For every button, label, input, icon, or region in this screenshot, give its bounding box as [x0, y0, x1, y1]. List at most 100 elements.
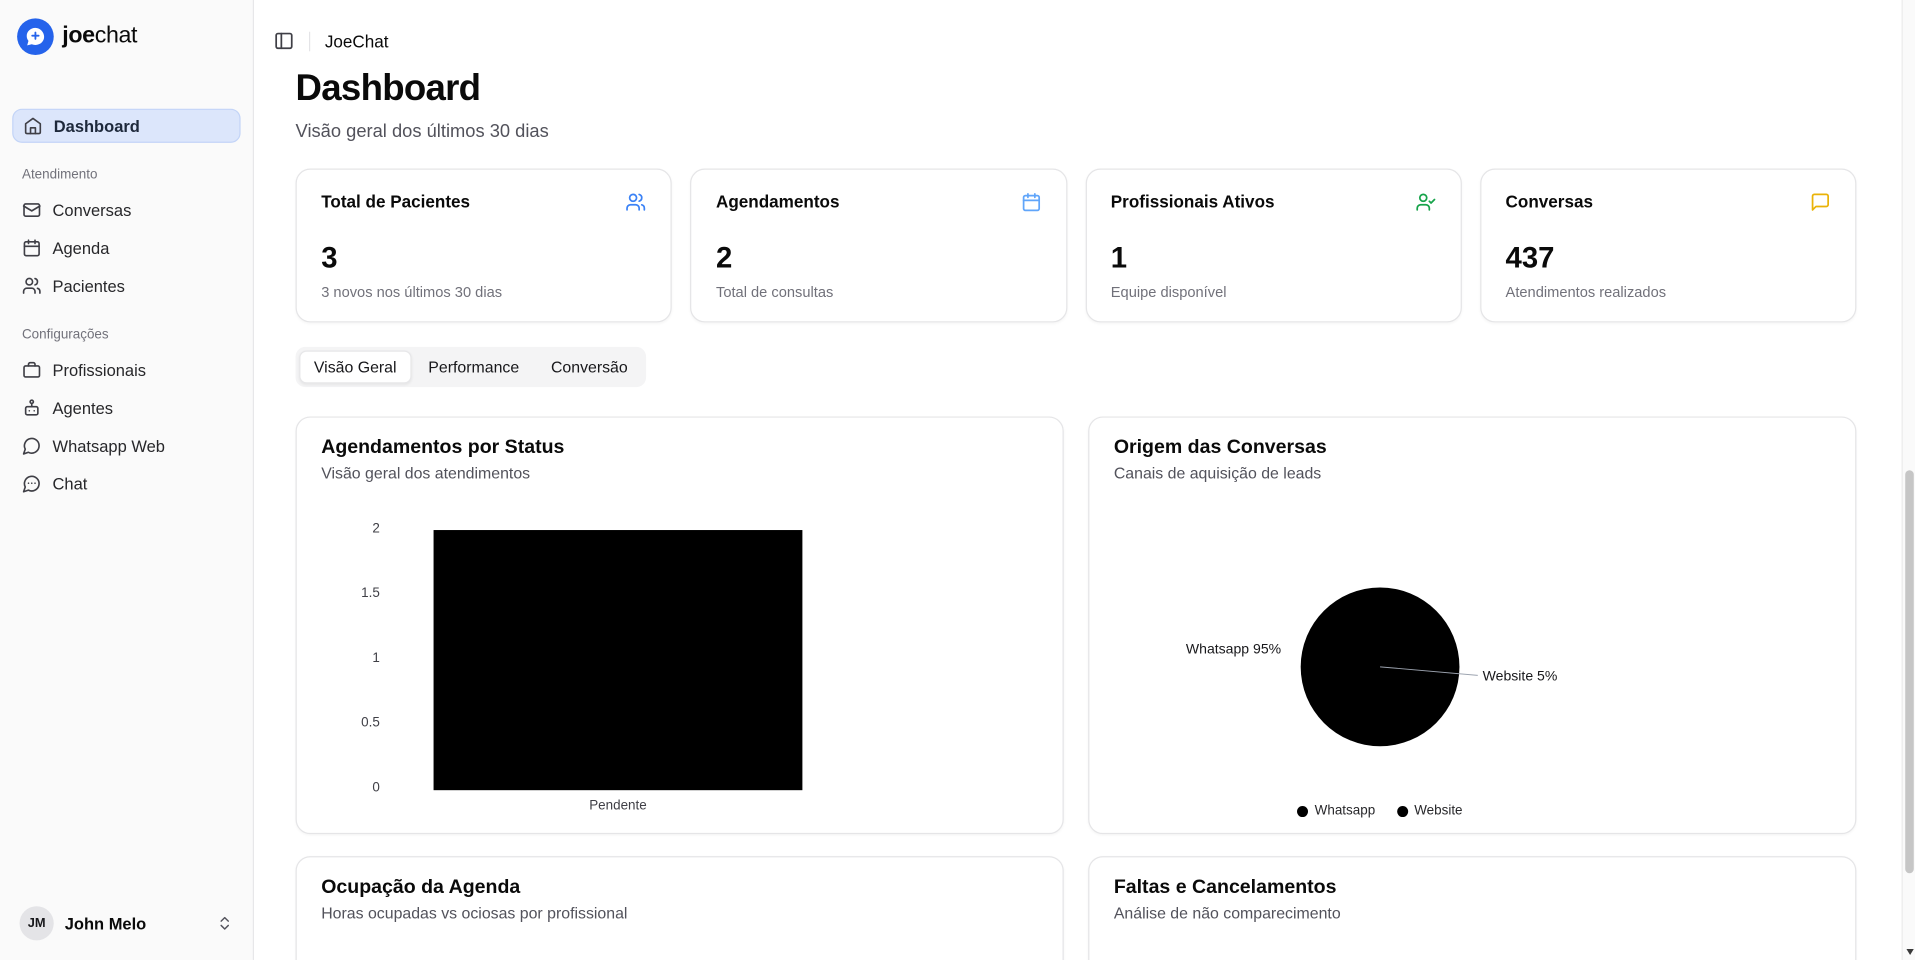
topbar-divider [309, 31, 310, 51]
scrollbar-thumb[interactable] [1905, 470, 1914, 873]
logo-chat-icon [17, 18, 54, 55]
chart-title: Agendamentos por Status [321, 437, 1038, 459]
sidebar-item-label: Dashboard [54, 117, 140, 135]
pie-chart: Whatsapp 95% Website 5% Whatsapp Website [1114, 500, 1831, 832]
card-agendamentos-por-status: Agendamentos por Status Visão geral dos … [296, 416, 1064, 834]
briefcase-icon [22, 360, 42, 380]
pie-slice-whatsapp[interactable] [1301, 587, 1460, 746]
legend-label: Website [1414, 804, 1462, 819]
users-icon [22, 276, 42, 296]
users-icon [626, 192, 647, 213]
vertical-scrollbar [1902, 0, 1915, 960]
main-area: JoeChat Dashboard Visão geral dos último… [254, 0, 1902, 960]
stat-value: 3 [321, 244, 646, 273]
pie-legend: Whatsapp Website [1114, 804, 1646, 819]
legend-item-whatsapp[interactable]: Whatsapp [1298, 804, 1376, 819]
stat-card-total-pacientes: Total de Pacientes 3 3 novos nos últimos… [296, 169, 672, 323]
pie-label-whatsapp: Whatsapp 95% [1114, 642, 1281, 657]
card-origem-das-conversas: Origem das Conversas Canais de aquisição… [1088, 416, 1856, 834]
scroll-down-arrow-icon[interactable] [1903, 944, 1915, 960]
pie-leader-line [1114, 500, 1833, 832]
sidebar-item-dashboard[interactable]: Dashboard [12, 109, 240, 143]
calendar-icon [1020, 192, 1041, 213]
stat-caption: 3 novos nos últimos 30 dias [321, 283, 646, 300]
sidebar-toggle-icon[interactable] [274, 31, 295, 52]
chart-title: Ocupação da Agenda [321, 877, 1038, 899]
sidebar-item-label: Whatsapp Web [53, 437, 165, 455]
user-menu[interactable]: JM John Melo [12, 901, 240, 945]
home-icon [23, 116, 43, 136]
legend-label: Whatsapp [1315, 804, 1375, 819]
stat-value: 1 [1111, 244, 1436, 273]
sidebar-item-agenda[interactable]: Agenda [12, 231, 240, 265]
sidebar-item-whatsapp-web[interactable]: Whatsapp Web [12, 429, 240, 463]
tab-performance[interactable]: Performance [414, 351, 534, 384]
sidebar-section-configuracoes: Configurações [22, 327, 231, 342]
tab-visao-geral[interactable]: Visão Geral [299, 351, 411, 384]
dashboard-content: Dashboard Visão geral dos últimos 30 dia… [254, 68, 1902, 960]
stat-title: Profissionais Ativos [1111, 192, 1275, 212]
y-tick: 1.5 [321, 586, 380, 601]
dashboard-tabs: Visão Geral Performance Conversão [296, 347, 646, 387]
bottom-cards-row: Ocupação da Agenda Horas ocupadas vs oci… [296, 856, 1857, 960]
chart-subtitle: Canais de aquisição de leads [1114, 464, 1831, 482]
avatar: JM [20, 906, 54, 940]
chart-title: Origem das Conversas [1114, 437, 1831, 459]
sidebar-item-label: Agentes [53, 399, 114, 417]
sidebar-item-conversas[interactable]: Conversas [12, 193, 240, 227]
chart-subtitle: Visão geral dos atendimentos [321, 464, 1038, 482]
message-square-icon [1810, 192, 1831, 213]
page-subtitle: Visão geral dos últimos 30 dias [296, 121, 1857, 142]
app-logo[interactable]: joechat [0, 0, 253, 70]
chart-title: Faltas e Cancelamentos [1114, 877, 1831, 899]
y-tick: 1 [321, 651, 380, 666]
mail-icon [22, 200, 42, 220]
brand-name: joechat [62, 23, 137, 50]
stat-card-agendamentos: Agendamentos 2 Total de consultas [690, 169, 1066, 323]
tab-conversao[interactable]: Conversão [536, 351, 642, 384]
stat-caption: Total de consultas [716, 283, 1041, 300]
y-tick: 2 [321, 521, 380, 536]
stat-card-conversas: Conversas 437 Atendimentos realizados [1480, 169, 1856, 323]
sidebar-item-pacientes[interactable]: Pacientes [12, 269, 240, 303]
card-ocupacao-da-agenda: Ocupação da Agenda Horas ocupadas vs oci… [296, 856, 1064, 960]
app-viewport: joechat Dashboard Atendimento Conversas [0, 0, 1915, 960]
sidebar-item-label: Agenda [53, 239, 110, 257]
stats-row: Total de Pacientes 3 3 novos nos últimos… [296, 169, 1857, 323]
y-tick: 0.5 [321, 716, 380, 731]
stat-title: Conversas [1506, 192, 1593, 212]
page-title: Dashboard [296, 68, 1857, 110]
legend-item-website[interactable]: Website [1397, 804, 1462, 819]
sidebar-item-chat[interactable]: Chat [12, 467, 240, 501]
charts-row: Agendamentos por Status Visão geral dos … [296, 416, 1857, 834]
sidebar: joechat Dashboard Atendimento Conversas [0, 0, 254, 960]
sidebar-item-profissionais[interactable]: Profissionais [12, 353, 240, 387]
x-axis-label: Pendente [434, 799, 803, 814]
sidebar-section-atendimento: Atendimento [22, 167, 231, 182]
stat-caption: Atendimentos realizados [1506, 283, 1831, 300]
sidebar-item-label: Pacientes [53, 277, 125, 295]
sidebar-item-label: Conversas [53, 201, 132, 219]
pie-label-website: Website 5% [1483, 669, 1558, 684]
bot-icon [22, 398, 42, 418]
y-tick: 0 [321, 780, 380, 795]
legend-dot-icon [1397, 805, 1408, 816]
user-name: John Melo [65, 914, 205, 932]
bar-chart: 2 1.5 1 0.5 0 Pendente [321, 500, 1038, 832]
sidebar-item-label: Chat [53, 474, 88, 492]
stat-value: 2 [716, 244, 1041, 273]
chart-subtitle: Horas ocupadas vs ociosas por profission… [321, 904, 1038, 922]
legend-dot-icon [1298, 805, 1309, 816]
calendar-icon [22, 238, 42, 258]
stat-title: Total de Pacientes [321, 192, 470, 212]
chat-bubble-icon [22, 474, 42, 494]
chart-subtitle: Análise de não comparecimento [1114, 904, 1831, 922]
stat-title: Agendamentos [716, 192, 840, 212]
stat-caption: Equipe disponível [1111, 283, 1436, 300]
sidebar-item-agentes[interactable]: Agentes [12, 391, 240, 425]
breadcrumb[interactable]: JoeChat [325, 31, 389, 51]
bar-pendente[interactable] [434, 530, 803, 790]
card-faltas-e-cancelamentos: Faltas e Cancelamentos Análise de não co… [1088, 856, 1856, 960]
sidebar-nav: Dashboard Atendimento Conversas Agenda [0, 70, 253, 501]
stat-value: 437 [1506, 244, 1831, 273]
